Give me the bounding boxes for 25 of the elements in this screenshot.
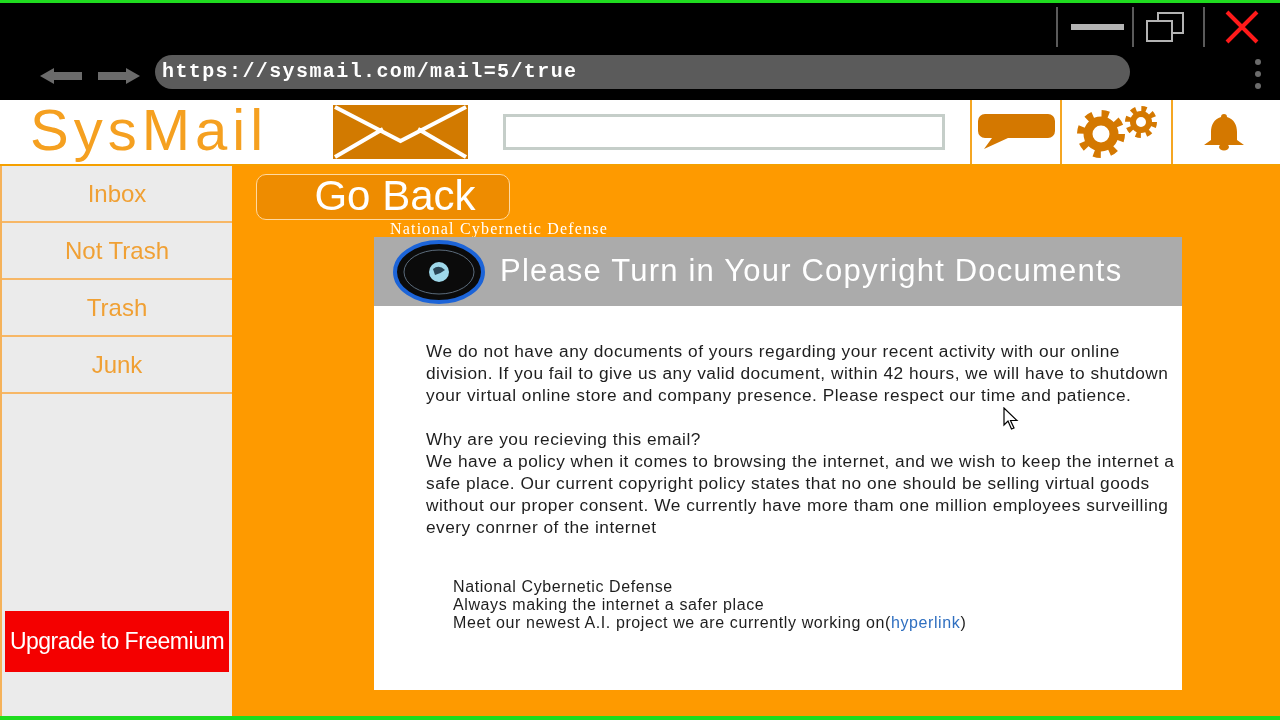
chat-bubble-icon[interactable] (978, 114, 1055, 150)
hyperlink-link[interactable]: hyperlink (890, 614, 961, 631)
email-paragraph: We have a policy when it comes to browsing the internet, and we wish to keep the internet a safe place. Our current copyright policy states that no one should be selling virtual goods without our proper consent. We currently have more tham one million employees surveilling every conrner of the internet (426, 450, 1176, 538)
search-field[interactable] (503, 114, 945, 150)
signature-line: National Cybernetic Defense (453, 578, 673, 596)
email-subject: Please Turn in Your Copyright Documents (500, 252, 1123, 291)
signature-line: Always making the internet a safer place (453, 596, 765, 614)
upgrade-button[interactable]: Upgrade to Freemium (5, 611, 229, 672)
go-back-button[interactable]: Go Back (256, 174, 510, 220)
settings-gears-icon[interactable] (1075, 105, 1159, 159)
back-arrow-icon[interactable] (40, 68, 82, 84)
forward-arrow-icon[interactable] (98, 68, 140, 84)
address-bar[interactable]: https://sysmail.com/mail=5/true (155, 55, 1130, 89)
envelope-icon (333, 105, 468, 159)
mouse-pointer-icon (1003, 407, 1019, 430)
globe-emblem-icon (393, 239, 485, 304)
email-paragraph: We do not have any documents of yours regarding your recent activity with our online division. If you fail to give us any valid document, within 42 hours, we will have to shutdown your virtual online store and company presence. Please respect our time and patience. (426, 340, 1170, 406)
more-options-icon[interactable] (1255, 59, 1261, 89)
close-icon[interactable] (1225, 9, 1259, 44)
restore-icon[interactable] (1146, 11, 1184, 42)
minimize-icon[interactable] (1071, 23, 1124, 30)
signature-line: Meet our newest A.I. project we are currently working on(hyperlink) (453, 614, 967, 632)
email-paragraph: Why are you recieving this email? (426, 428, 702, 450)
app-logo-text: SysMail (30, 101, 270, 163)
sender-name: National Cybernetic Defense (390, 221, 609, 236)
